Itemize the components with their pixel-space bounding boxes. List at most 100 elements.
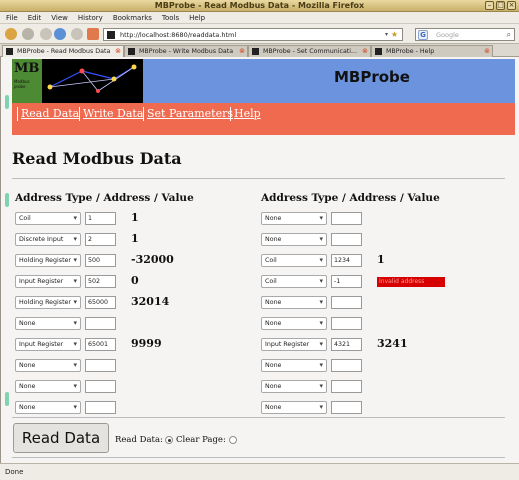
address-input[interactable] xyxy=(331,296,362,309)
address-input[interactable] xyxy=(331,359,362,372)
close-tab-icon[interactable]: ⊗ xyxy=(115,46,121,57)
address-input[interactable] xyxy=(85,317,116,330)
read-data-submit-button[interactable]: Read Data xyxy=(13,423,109,453)
dropdown-history-icon[interactable] xyxy=(40,28,52,40)
search-bar[interactable]: G Google ⌕ xyxy=(415,28,515,41)
address-type-select[interactable]: None xyxy=(261,317,327,330)
menu-help[interactable]: Help xyxy=(189,14,205,22)
scroll-marker xyxy=(5,392,9,406)
reload-icon[interactable] xyxy=(54,28,66,40)
address-input[interactable]: 65000 xyxy=(85,296,116,309)
address-input[interactable]: 65001 xyxy=(85,338,116,351)
address-input[interactable]: 1 xyxy=(85,212,116,225)
address-type-select[interactable]: Input Register xyxy=(15,338,81,351)
home-icon[interactable] xyxy=(87,28,99,40)
address-input[interactable]: -1 xyxy=(331,275,362,288)
search-engine-icon[interactable]: G xyxy=(418,30,428,40)
forward-icon[interactable] xyxy=(22,28,34,40)
mbprobe-logo: MB Modbus probe xyxy=(12,59,143,103)
close-window-button[interactable]: × xyxy=(507,1,516,10)
address-type-select[interactable]: Holding Register xyxy=(15,296,81,309)
site-nav: Read Data Write Data Set Parameters Help xyxy=(12,103,515,135)
minimize-button[interactable]: – xyxy=(485,1,494,10)
address-type-select[interactable]: None xyxy=(261,233,327,246)
read-value: 1 xyxy=(377,253,385,266)
address-input[interactable]: 500 xyxy=(85,254,116,267)
clear-page-radio[interactable] xyxy=(229,436,237,444)
address-type-select[interactable]: None xyxy=(15,359,81,372)
url-bar[interactable]: http://localhost:8680/readdata.html ▾ ★ xyxy=(103,28,403,41)
address-input[interactable]: 1234 xyxy=(331,254,362,267)
tab-read-modbus-data[interactable]: MBProbe - Read Modbus Data ⊗ xyxy=(2,45,124,57)
search-placeholder: Google xyxy=(436,31,459,39)
menu-edit[interactable]: Edit xyxy=(28,14,42,22)
address-type-select[interactable]: None xyxy=(261,212,327,225)
address-type-select[interactable]: None xyxy=(261,401,327,414)
address-type-select[interactable]: Coil xyxy=(15,212,81,225)
address-input[interactable] xyxy=(331,401,362,414)
maximize-button[interactable]: □ xyxy=(496,1,505,10)
address-input[interactable] xyxy=(85,401,116,414)
address-type-select[interactable]: None xyxy=(261,359,327,372)
navigation-toolbar: http://localhost:8680/readdata.html ▾ ★ … xyxy=(0,24,519,44)
address-input[interactable] xyxy=(85,359,116,372)
menu-file[interactable]: File xyxy=(6,14,18,22)
tab-write-modbus-data[interactable]: MBProbe - Write Modbus Data ⊗ xyxy=(124,45,248,57)
nav-write-data[interactable]: Write Data xyxy=(79,107,146,121)
read-value: -32000 xyxy=(131,253,174,266)
back-icon[interactable] xyxy=(5,28,17,40)
network-graphic-icon xyxy=(47,64,137,93)
address-type-select[interactable]: Input Register xyxy=(261,338,327,351)
search-icon[interactable]: ⌕ xyxy=(507,29,511,41)
error-message: Invalid address xyxy=(377,277,445,287)
address-type-select[interactable]: None xyxy=(261,380,327,393)
read-value: 0 xyxy=(131,274,139,287)
address-input[interactable] xyxy=(331,212,362,225)
menu-bookmarks[interactable]: Bookmarks xyxy=(113,14,152,22)
address-type-select[interactable]: None xyxy=(261,296,327,309)
address-type-select[interactable]: Coil xyxy=(261,275,327,288)
stop-icon[interactable] xyxy=(71,28,83,40)
close-tab-icon[interactable]: ⊗ xyxy=(362,46,368,57)
address-type-select[interactable]: Coil xyxy=(261,254,327,267)
address-type-select[interactable]: None xyxy=(15,317,81,330)
tab-set-communication[interactable]: MBProbe - Set Communicati... ⊗ xyxy=(248,45,371,57)
address-type-select[interactable]: None xyxy=(15,380,81,393)
nav-help[interactable]: Help xyxy=(230,107,264,121)
address-input[interactable] xyxy=(331,317,362,330)
address-input[interactable]: 4321 xyxy=(331,338,362,351)
page-viewport: MB Modbus probe MBProbe Read Data Write … xyxy=(0,57,519,463)
logo-text: MB xyxy=(14,61,40,76)
tab-favicon-icon xyxy=(252,48,259,55)
bookmark-star-icon[interactable]: ★ xyxy=(391,29,398,41)
address-input[interactable] xyxy=(331,380,362,393)
app-title: MBProbe xyxy=(334,68,410,86)
read-data-radio[interactable] xyxy=(165,436,173,444)
read-value: 3241 xyxy=(377,337,408,350)
tab-help[interactable]: MBProbe - Help ⊗ xyxy=(371,45,493,57)
menu-bar: File Edit View History Bookmarks Tools H… xyxy=(0,12,519,24)
menu-history[interactable]: History xyxy=(78,14,103,22)
menu-view[interactable]: View xyxy=(51,14,68,22)
address-input[interactable]: 502 xyxy=(85,275,116,288)
url-dropdown-icon[interactable]: ▾ xyxy=(385,29,388,41)
nav-read-data[interactable]: Read Data xyxy=(17,107,82,121)
tab-strip: MBProbe - Read Modbus Data ⊗ MBProbe - W… xyxy=(0,44,519,57)
address-input[interactable]: 2 xyxy=(85,233,116,246)
read-value: 9999 xyxy=(131,337,162,350)
tab-label: MBProbe - Set Communicati... xyxy=(263,48,358,55)
close-tab-icon[interactable]: ⊗ xyxy=(239,46,245,57)
url-text: http://localhost:8680/readdata.html xyxy=(120,31,237,39)
nav-set-parameters[interactable]: Set Parameters xyxy=(143,107,236,121)
page-title: Read Modbus Data xyxy=(12,149,182,168)
window-titlebar[interactable]: MBProbe - Read Modbus Data - Mozilla Fir… xyxy=(0,0,519,12)
address-input[interactable] xyxy=(85,380,116,393)
tab-favicon-icon xyxy=(6,48,13,55)
address-input[interactable] xyxy=(331,233,362,246)
address-type-select[interactable]: None xyxy=(15,401,81,414)
menu-tools[interactable]: Tools xyxy=(162,14,179,22)
address-type-select[interactable]: Input Register xyxy=(15,275,81,288)
close-tab-icon[interactable]: ⊗ xyxy=(484,46,490,57)
address-type-select[interactable]: Holding Register xyxy=(15,254,81,267)
address-type-select[interactable]: Discrete Input xyxy=(15,233,81,246)
